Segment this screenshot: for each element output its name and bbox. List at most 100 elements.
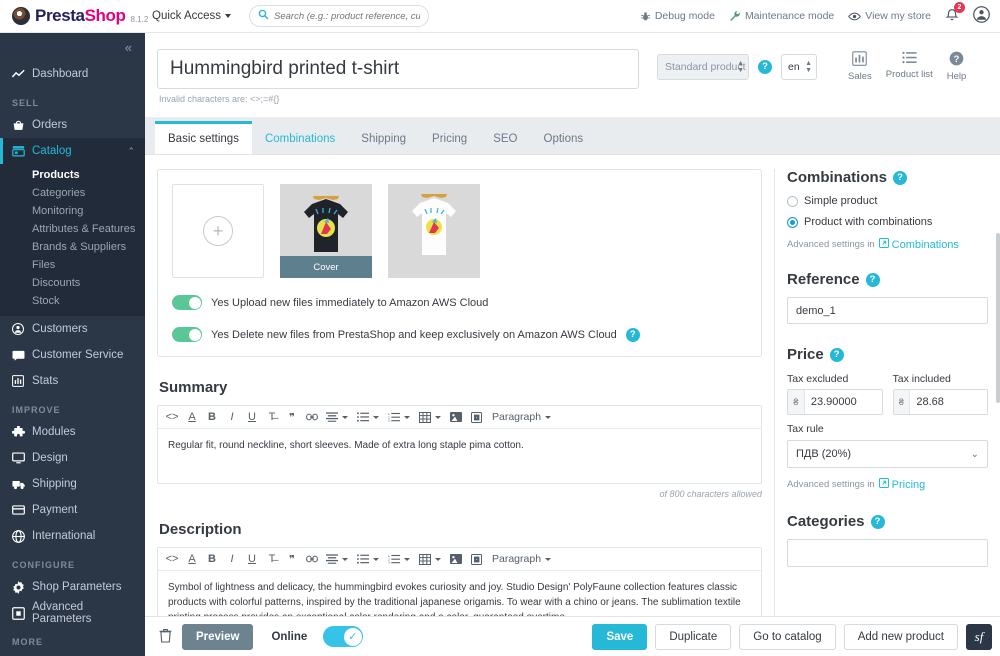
help-tool-button[interactable]: ? Help <box>947 51 966 82</box>
sidebar-item-shipping[interactable]: Shipping <box>0 471 145 497</box>
image-icon[interactable] <box>446 548 466 570</box>
delete-from-prestashop-toggle[interactable] <box>172 327 202 342</box>
sidebar-item-orders[interactable]: Orders <box>0 112 145 138</box>
font-color-icon[interactable]: A <box>182 406 202 428</box>
source-code-icon[interactable]: <> <box>162 548 182 570</box>
sidebar-subitem-categories[interactable]: Categories <box>0 184 145 202</box>
bullet-list-dropdown-caret-icon[interactable] <box>373 415 379 419</box>
product-type-select[interactable]: Standard product ▲ ▼ <box>657 53 749 80</box>
align-dropdown-caret-icon[interactable] <box>342 415 348 419</box>
product-image-thumbnail-cover[interactable]: Cover <box>280 184 372 278</box>
duplicate-button[interactable]: Duplicate <box>655 623 732 650</box>
search-input[interactable] <box>274 10 421 22</box>
product-list-tool-button[interactable]: Product list <box>886 51 933 82</box>
summary-editor-body[interactable]: Regular fit, round neckline, short sleev… <box>158 429 761 483</box>
go-to-catalog-button[interactable]: Go to catalog <box>739 623 836 650</box>
tab-basic-settings[interactable]: Basic settings <box>155 121 252 154</box>
numbered-list-dropdown-caret-icon[interactable] <box>404 557 410 561</box>
save-button[interactable]: Save <box>592 623 648 650</box>
delete-from-prestashop-help-icon[interactable]: ? <box>625 327 640 342</box>
reference-input[interactable] <box>787 297 988 324</box>
paragraph-format-dropdown[interactable]: Paragraph <box>492 411 556 423</box>
maintenance-mode-item[interactable]: Maintenance mode <box>729 10 834 22</box>
sidebar-item-one-click-upgrade[interactable]: 1-Click Upgrade <box>0 651 145 656</box>
align-icon[interactable] <box>322 548 342 570</box>
tax-excluded-field[interactable]: ₴ <box>787 389 883 415</box>
brand-logo-area[interactable]: PrestaShop 8.1.2 <box>0 6 148 26</box>
product-type-help-icon[interactable]: ? <box>758 59 772 74</box>
global-search-box[interactable] <box>249 5 430 27</box>
sidebar-item-stats[interactable]: Stats <box>0 368 145 394</box>
categories-help-icon[interactable]: ? <box>870 514 885 529</box>
underline-icon[interactable]: U <box>242 406 262 428</box>
blockquote-icon[interactable]: ❞ <box>282 548 302 570</box>
user-account-button[interactable] <box>973 6 990 26</box>
symfony-toolbar-icon[interactable]: sf <box>966 623 992 650</box>
sidebar-item-payment[interactable]: Payment <box>0 497 145 523</box>
sidebar-item-modules[interactable]: Modules <box>0 419 145 445</box>
sidebar-subitem-monitoring[interactable]: Monitoring <box>0 202 145 220</box>
price-help-icon[interactable]: ? <box>829 347 844 362</box>
sidebar-subitem-attributes-features[interactable]: Attributes & Features <box>0 220 145 238</box>
italic-icon[interactable]: I <box>222 548 242 570</box>
strikethrough-icon[interactable]: T̶ <box>262 406 282 428</box>
sidebar-item-shop-parameters[interactable]: Shop Parameters <box>0 574 145 600</box>
numbered-list-icon[interactable]: 123 <box>384 548 404 570</box>
table-dropdown-caret-icon[interactable] <box>435 415 441 419</box>
product-image-thumbnail-2[interactable] <box>388 184 480 278</box>
view-my-store-item[interactable]: View my store <box>848 10 931 22</box>
tax-rule-select[interactable]: ПДВ (20%) ⌄ <box>787 440 988 468</box>
collapse-sidebar-button[interactable]: « <box>125 40 132 55</box>
bullet-list-icon[interactable] <box>353 406 373 428</box>
video-icon[interactable] <box>466 406 486 428</box>
underline-icon[interactable]: U <box>242 548 262 570</box>
image-icon[interactable] <box>446 406 466 428</box>
categories-box[interactable] <box>787 539 988 567</box>
radio-product-with-combinations[interactable]: Product with combinations <box>787 216 988 228</box>
numbered-list-icon[interactable]: 123 <box>384 406 404 428</box>
sidebar-item-customers[interactable]: Customers <box>0 316 145 342</box>
upload-to-aws-toggle[interactable] <box>172 295 202 310</box>
sidebar-item-advanced-parameters[interactable]: Advanced Parameters <box>0 600 145 626</box>
table-dropdown-caret-icon[interactable] <box>435 557 441 561</box>
blockquote-icon[interactable]: ❞ <box>282 406 302 428</box>
tab-seo[interactable]: SEO <box>480 124 530 154</box>
source-code-icon[interactable]: <> <box>162 406 182 428</box>
preview-button[interactable]: Preview <box>182 623 254 650</box>
sidebar-subitem-stock[interactable]: Stock <box>0 292 145 310</box>
tab-options[interactable]: Options <box>531 124 597 154</box>
tab-pricing[interactable]: Pricing <box>419 124 480 154</box>
link-icon[interactable] <box>302 548 322 570</box>
sidebar-item-catalog[interactable]: Catalog ⌃ <box>0 138 145 164</box>
tax-included-input[interactable] <box>910 390 987 414</box>
product-name-input[interactable] <box>157 49 639 89</box>
combinations-help-icon[interactable]: ? <box>893 170 907 185</box>
content-scrollbar[interactable] <box>996 233 1000 403</box>
bullet-list-icon[interactable] <box>353 548 373 570</box>
reference-help-icon[interactable]: ? <box>865 272 880 287</box>
debug-mode-item[interactable]: Debug mode <box>640 10 715 22</box>
online-toggle[interactable] <box>323 626 364 647</box>
combinations-advanced-link[interactable]: Combinations <box>878 238 959 251</box>
delete-product-button[interactable] <box>159 628 172 646</box>
italic-icon[interactable]: I <box>222 406 242 428</box>
sidebar-item-customer-service[interactable]: Customer Service <box>0 342 145 368</box>
sidebar-subitem-files[interactable]: Files <box>0 256 145 274</box>
sidebar-subitem-brands-suppliers[interactable]: Brands & Suppliers <box>0 238 145 256</box>
sidebar-item-international[interactable]: International <box>0 523 145 549</box>
tab-shipping[interactable]: Shipping <box>348 124 419 154</box>
table-icon[interactable] <box>415 406 435 428</box>
tax-excluded-input[interactable] <box>804 390 882 414</box>
align-icon[interactable] <box>322 406 342 428</box>
video-icon[interactable] <box>466 548 486 570</box>
tab-combinations[interactable]: Combinations <box>252 124 348 154</box>
link-icon[interactable] <box>302 406 322 428</box>
paragraph-format-dropdown[interactable]: Paragraph <box>492 553 556 565</box>
bullet-list-dropdown-caret-icon[interactable] <box>373 557 379 561</box>
tax-included-field[interactable]: ₴ <box>892 389 988 415</box>
align-dropdown-caret-icon[interactable] <box>342 557 348 561</box>
sales-tool-button[interactable]: Sales <box>848 51 872 82</box>
radio-simple-product[interactable]: Simple product <box>787 195 988 207</box>
table-icon[interactable] <box>415 548 435 570</box>
quick-access-menu[interactable]: Quick Access <box>152 10 232 22</box>
